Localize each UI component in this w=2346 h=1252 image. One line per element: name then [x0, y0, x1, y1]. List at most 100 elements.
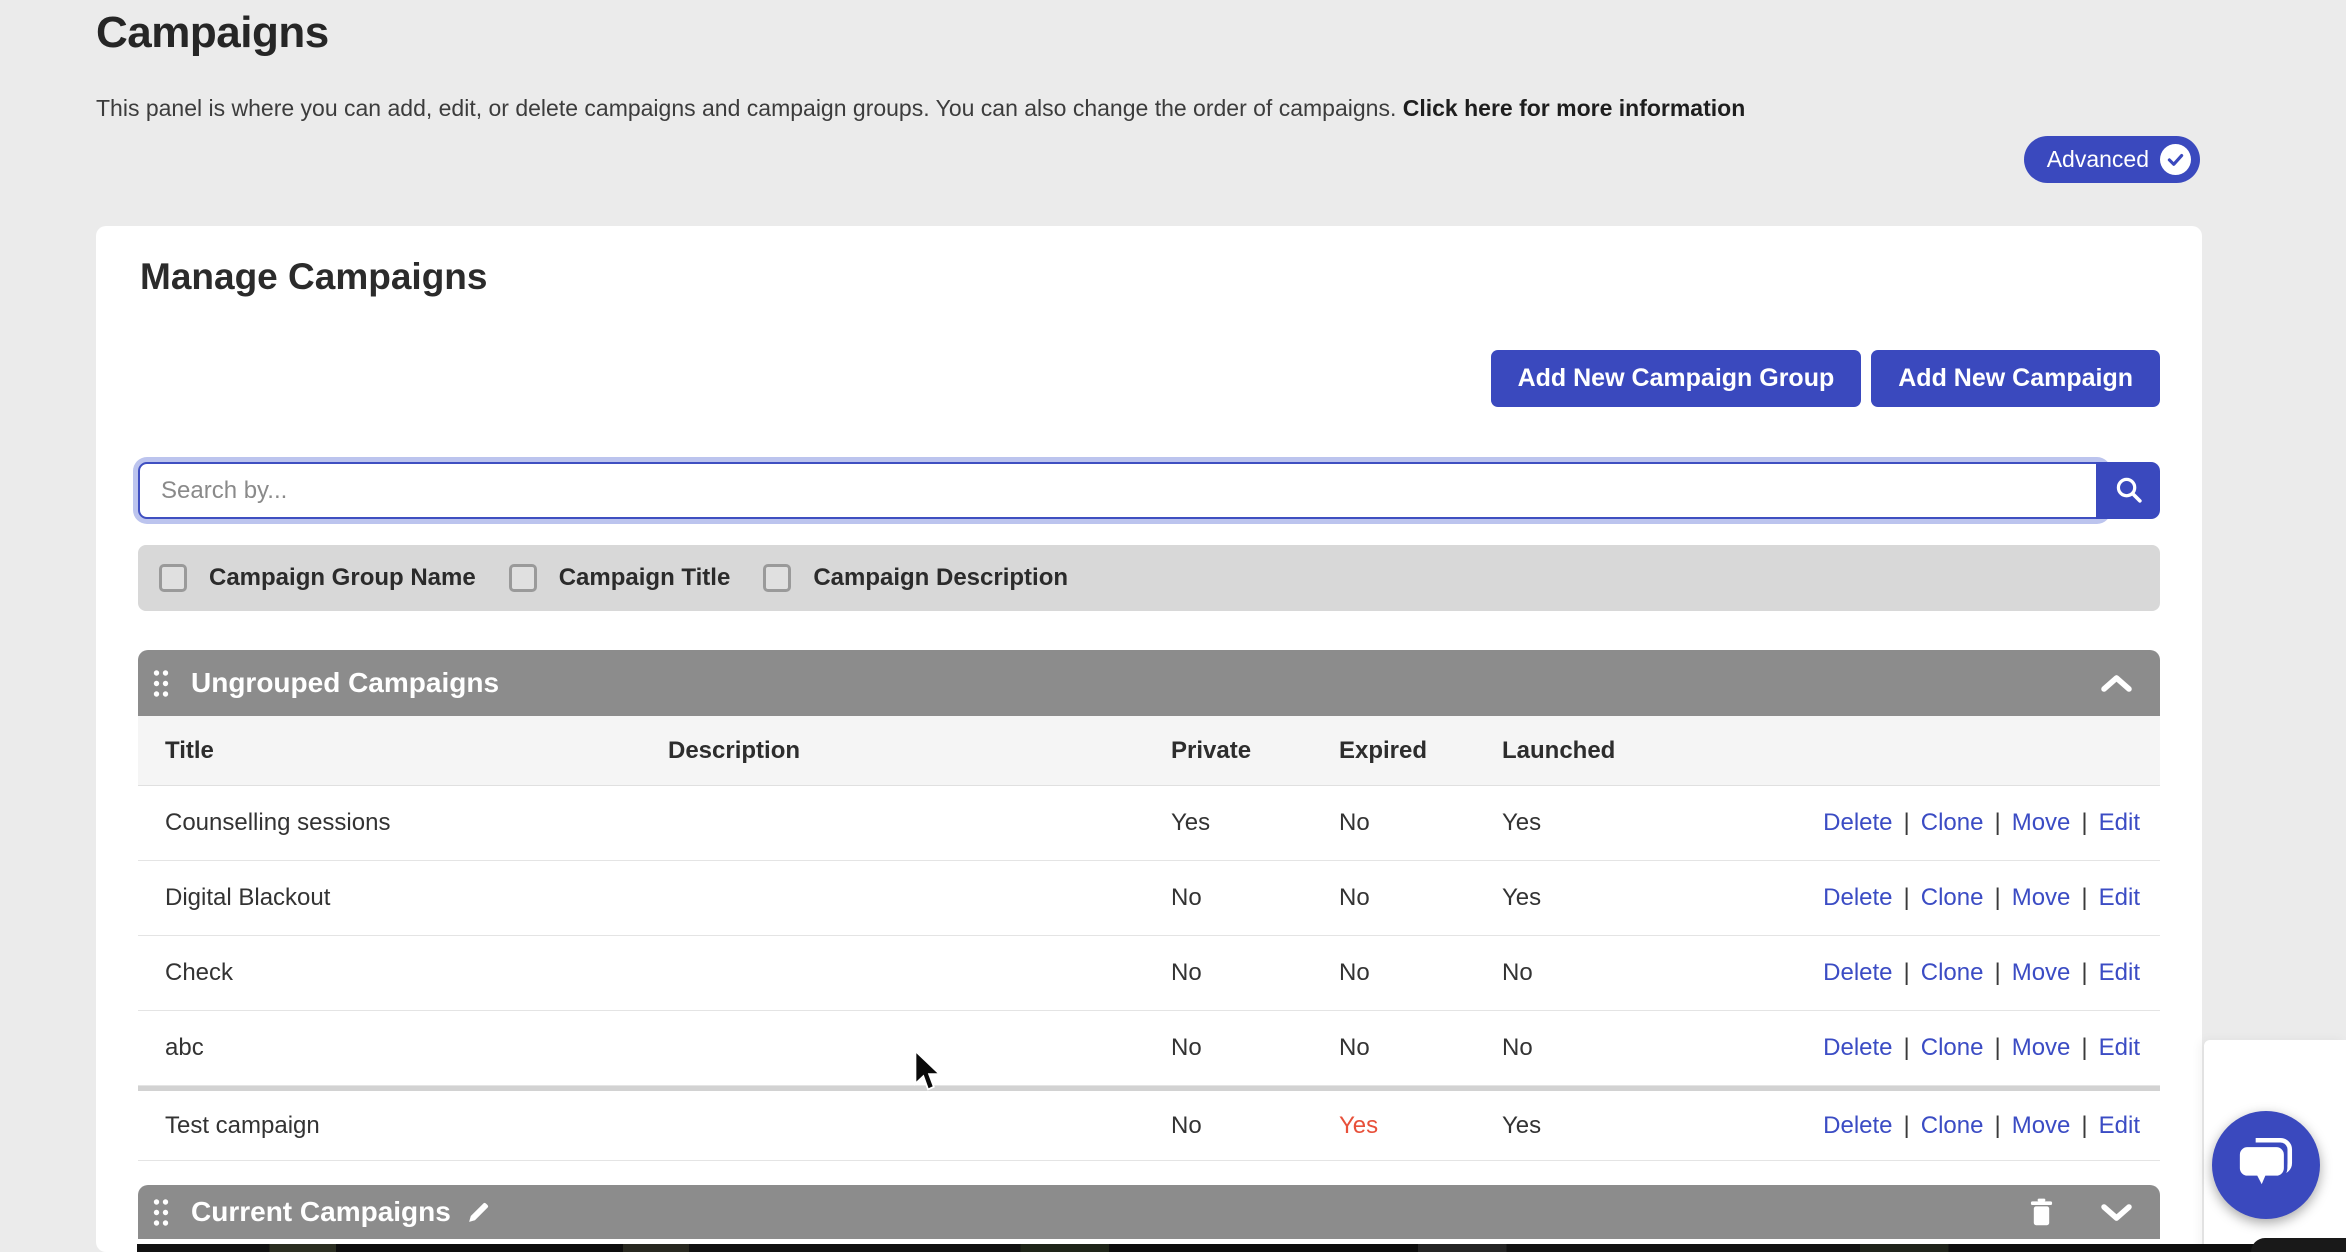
page-corner	[2251, 1238, 2346, 1252]
cell-title: Counselling sessions	[138, 809, 668, 837]
action-separator: |	[2081, 959, 2087, 987]
checkbox-unchecked[interactable]	[159, 564, 187, 592]
cell-launched: Yes	[1502, 1112, 1702, 1140]
edit-link[interactable]: Edit	[2099, 884, 2140, 912]
cell-expired: No	[1339, 884, 1502, 912]
cell-expired: No	[1339, 959, 1502, 987]
group-title: Ungrouped Campaigns	[191, 667, 499, 699]
clone-link[interactable]: Clone	[1921, 809, 1984, 837]
cell-launched: Yes	[1502, 884, 1702, 912]
checkbox-unchecked[interactable]	[509, 564, 537, 592]
ungrouped-campaigns-header[interactable]: Ungrouped Campaigns	[138, 650, 2160, 716]
add-new-campaign-group-button[interactable]: Add New Campaign Group	[1491, 350, 1862, 407]
cell-private: No	[1171, 959, 1339, 987]
action-separator: |	[1904, 1112, 1910, 1140]
search-filters: Campaign Group Name Campaign Title Campaig…	[138, 545, 2160, 611]
chat-launcher-button[interactable]	[2212, 1111, 2320, 1219]
delete-link[interactable]: Delete	[1823, 809, 1892, 837]
row-actions: Delete | Clone | Move | Edit	[1702, 1112, 2160, 1140]
action-separator: |	[1994, 884, 2000, 912]
clone-link[interactable]: Clone	[1921, 1034, 1984, 1062]
advanced-label: Advanced	[2047, 146, 2149, 173]
cell-title: Check	[138, 959, 668, 987]
add-new-campaign-button[interactable]: Add New Campaign	[1871, 350, 2160, 407]
drag-handle-icon[interactable]	[152, 668, 170, 699]
move-link[interactable]: Move	[2012, 809, 2071, 837]
delete-link[interactable]: Delete	[1823, 1034, 1892, 1062]
cell-title: Test campaign	[138, 1112, 668, 1140]
row-actions: Delete|Clone|Move|Edit	[1702, 959, 2160, 987]
filter-label: Campaign Group Name	[209, 564, 476, 592]
cell-private: No	[1171, 1112, 1339, 1140]
group-title: Current Campaigns	[191, 1196, 451, 1228]
search-button[interactable]	[2096, 462, 2160, 519]
cell-title: abc	[138, 1034, 668, 1062]
table-row: Digital BlackoutNoNoYesDelete|Clone|Move…	[138, 861, 2160, 936]
clone-link[interactable]: Clone	[1921, 1112, 1984, 1140]
move-link[interactable]: Move	[2012, 1112, 2071, 1140]
cell-expired: No	[1339, 809, 1502, 837]
clone-link[interactable]: Clone	[1921, 959, 1984, 987]
manage-campaigns-panel: Manage Campaigns Add New Campaign Group …	[96, 226, 2202, 1252]
action-separator: |	[1904, 1034, 1910, 1062]
row-actions: Delete|Clone|Move|Edit	[1702, 1034, 2160, 1062]
filter-option[interactable]: Campaign Description	[763, 564, 1068, 592]
chat-bubbles-icon	[2235, 1135, 2297, 1196]
edit-link[interactable]: Edit	[2099, 1034, 2140, 1062]
action-separator: |	[1994, 1112, 2000, 1140]
move-link[interactable]: Move	[2012, 959, 2071, 987]
cell-private: No	[1171, 1034, 1339, 1062]
filter-label: Campaign Description	[813, 564, 1068, 592]
table-row: abcNoNoNoDelete|Clone|Move|Edit	[138, 1011, 2160, 1086]
advanced-toggle[interactable]: Advanced	[2024, 136, 2200, 183]
action-separator: |	[1904, 959, 1910, 987]
row-actions: Delete|Clone|Move|Edit	[1702, 809, 2160, 837]
current-campaigns-header[interactable]: Current Campaigns	[138, 1185, 2160, 1239]
table-header-row: TitleDescriptionPrivateExpiredLaunched	[138, 716, 2160, 786]
edit-pencil-icon[interactable]	[466, 1200, 491, 1225]
column-header-launched: Launched	[1502, 737, 1702, 765]
table-row: Test campaignNoYesYesDelete|Clone|Move|E…	[138, 1086, 2160, 1161]
filter-label: Campaign Title	[559, 564, 731, 592]
page-description-text: This panel is where you can add, edit, o…	[96, 95, 1396, 121]
delete-link[interactable]: Delete	[1823, 884, 1892, 912]
table-row: Counselling sessionsYesNoYesDelete|Clone…	[138, 786, 2160, 861]
cell-expired: No	[1339, 1034, 1502, 1062]
action-separator: |	[1904, 884, 1910, 912]
action-separator: |	[2081, 809, 2087, 837]
panel-actions: Add New Campaign Group Add New Campaign	[138, 350, 2160, 407]
cell-private: No	[1171, 884, 1339, 912]
drag-handle-icon[interactable]	[152, 1197, 170, 1228]
collapse-chevron-up-icon[interactable]	[2099, 673, 2134, 694]
cell-launched: No	[1502, 1034, 1702, 1062]
action-separator: |	[1994, 1034, 2000, 1062]
cell-expired: Yes	[1339, 1112, 1502, 1140]
action-separator: |	[2081, 884, 2087, 912]
ungrouped-campaigns-section: Ungrouped Campaigns TitleDescriptionPriv…	[138, 650, 2160, 1161]
clone-link[interactable]: Clone	[1921, 884, 1984, 912]
checkbox-unchecked[interactable]	[763, 564, 791, 592]
search-bar	[138, 462, 2160, 519]
campaigns-page: Campaigns This panel is where you can ad…	[0, 0, 2346, 124]
delete-link[interactable]: Delete	[1823, 959, 1892, 987]
edit-link[interactable]: Edit	[2099, 959, 2140, 987]
action-separator: |	[1904, 809, 1910, 837]
check-circle-icon	[2160, 144, 2191, 175]
delete-group-trash-icon[interactable]	[2029, 1198, 2054, 1227]
search-input[interactable]	[138, 462, 2106, 519]
move-link[interactable]: Move	[2012, 884, 2071, 912]
panel-title: Manage Campaigns	[140, 256, 2160, 298]
filter-option[interactable]: Campaign Title	[509, 564, 731, 592]
expand-chevron-down-icon[interactable]	[2099, 1202, 2134, 1223]
delete-link[interactable]: Delete	[1823, 1112, 1892, 1140]
column-header-expired: Expired	[1339, 737, 1502, 765]
edit-link[interactable]: Edit	[2099, 809, 2140, 837]
cell-title: Digital Blackout	[138, 884, 668, 912]
more-info-link[interactable]: Click here for more information	[1403, 95, 1746, 121]
filter-option[interactable]: Campaign Group Name	[159, 564, 476, 592]
edit-link[interactable]: Edit	[2099, 1112, 2140, 1140]
action-separator: |	[2081, 1112, 2087, 1140]
column-header-private: Private	[1171, 737, 1339, 765]
ungrouped-table-body: Counselling sessionsYesNoYesDelete|Clone…	[138, 786, 2160, 1161]
move-link[interactable]: Move	[2012, 1034, 2071, 1062]
